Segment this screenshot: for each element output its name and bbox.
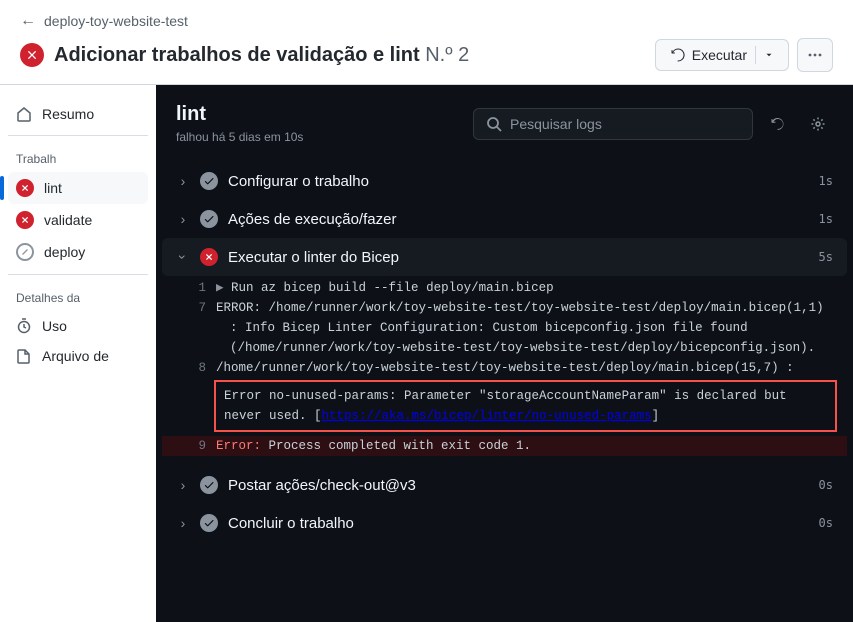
- step-run-actions[interactable]: › Ações de execução/fazer 1s: [162, 200, 847, 238]
- chevron-right-icon: ›: [176, 211, 190, 227]
- run-status-error-icon: [20, 43, 44, 67]
- run-number: N.º 2: [425, 44, 469, 66]
- error-link[interactable]: https://aka.ms/bicep/linter/no-unused-pa…: [322, 409, 652, 423]
- error-icon: [16, 179, 34, 197]
- sidebar-summary[interactable]: Resumo: [8, 99, 148, 129]
- log-output: 1 ▶ Run az bicep build --file deploy/mai…: [162, 276, 847, 466]
- page-title: Adicionar trabalhos de validação e lint …: [54, 44, 469, 67]
- sidebar-artifacts[interactable]: Arquivo de: [8, 341, 148, 371]
- search-input[interactable]: Pesquisar logs: [473, 108, 753, 140]
- step-setup-job[interactable]: › Configurar o trabalho 1s: [162, 162, 847, 200]
- chevron-down-icon: [764, 50, 774, 60]
- step-bicep-linter[interactable]: › Executar o linter do Bicep 5s: [162, 238, 847, 276]
- chevron-right-icon: ›: [176, 515, 190, 531]
- kebab-menu-button[interactable]: [797, 38, 833, 72]
- rerun-button[interactable]: Executar: [655, 39, 789, 71]
- sync-icon: [770, 116, 786, 132]
- sidebar-details-header: Detalhes da: [8, 281, 148, 311]
- log-line[interactable]: 7 ERROR: /home/runner/work/toy-website-t…: [162, 298, 847, 358]
- check-icon: [200, 476, 218, 494]
- step-post-checkout[interactable]: › Postar ações/check-out@v3 0s: [162, 466, 847, 504]
- breadcrumb[interactable]: ← deploy-toy-website-test: [20, 12, 833, 30]
- chevron-right-icon: ›: [176, 173, 190, 189]
- sidebar-job-validate[interactable]: validate: [8, 204, 148, 236]
- job-subtitle: falhou há 5 dias em 10s: [176, 130, 303, 144]
- sync-icon: [670, 47, 686, 63]
- skipped-icon: [16, 243, 34, 261]
- chevron-right-icon: ›: [176, 477, 190, 493]
- error-icon: [200, 248, 218, 266]
- check-icon: [200, 514, 218, 532]
- home-icon: [16, 106, 32, 122]
- sidebar-job-lint[interactable]: lint: [8, 172, 148, 204]
- log-line[interactable]: 8 /home/runner/work/toy-website-test/toy…: [162, 358, 847, 378]
- refresh-button[interactable]: [763, 109, 793, 139]
- check-icon: [200, 210, 218, 228]
- check-icon: [200, 172, 218, 190]
- sidebar-usage[interactable]: Uso: [8, 311, 148, 341]
- sidebar-jobs-header: Trabalh: [8, 142, 148, 172]
- sidebar-job-deploy[interactable]: deploy: [8, 236, 148, 268]
- log-line[interactable]: 1 ▶ Run az bicep build --file deploy/mai…: [162, 278, 847, 298]
- breadcrumb-text: deploy-toy-website-test: [44, 13, 188, 29]
- error-highlight: Error no-unused-params: Parameter "stora…: [214, 380, 837, 432]
- settings-button[interactable]: [803, 109, 833, 139]
- search-icon: [486, 116, 502, 132]
- kebab-icon: [807, 47, 823, 63]
- job-title: lint: [176, 103, 303, 126]
- back-arrow-icon: ←: [20, 12, 36, 30]
- log-line[interactable]: 9 Error: Process completed with exit cod…: [162, 436, 847, 456]
- error-icon: [16, 211, 34, 229]
- file-icon: [16, 348, 32, 364]
- step-complete-job[interactable]: › Concluir o trabalho 0s: [162, 504, 847, 542]
- gear-icon: [810, 116, 826, 132]
- chevron-down-icon: ›: [175, 250, 191, 264]
- stopwatch-icon: [16, 318, 32, 334]
